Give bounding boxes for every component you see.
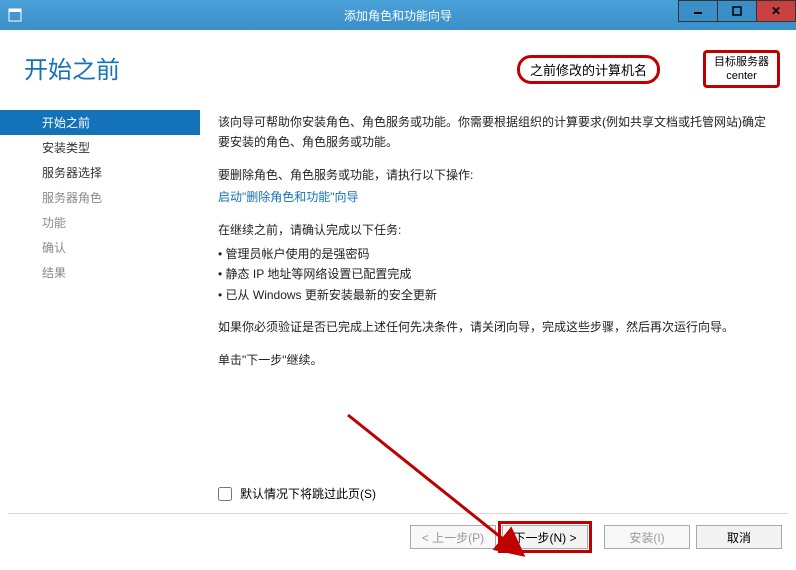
page-header: 开始之前 之前修改的计算机名 目标服务器 center (0, 30, 796, 100)
step-before-you-begin[interactable]: 开始之前 (0, 110, 200, 135)
next-button[interactable]: 下一步(N) > (502, 525, 588, 549)
title-bar: 添加角色和功能向导 ✕ (0, 0, 796, 30)
prereq-item: 管理员帐户使用的是强密码 (218, 244, 772, 264)
target-server-box: 目标服务器 center (703, 50, 780, 88)
minimize-button[interactable] (678, 0, 718, 22)
skip-page-row: 默认情况下将跳过此页(S) (218, 485, 376, 502)
window-controls: ✕ (679, 0, 796, 24)
step-server-selection[interactable]: 服务器选择 (0, 160, 200, 185)
skip-page-label: 默认情况下将跳过此页(S) (240, 485, 376, 502)
step-features: 功能 (0, 210, 200, 235)
prerequisites-list: 管理员帐户使用的是强密码 静态 IP 地址等网络设置已配置完成 已从 Windo… (218, 244, 772, 305)
annotation-computer-name: 之前修改的计算机名 (517, 55, 660, 84)
previous-button: < 上一步(P) (410, 525, 496, 549)
remove-roles-text: 要删除角色、角色服务或功能，请执行以下操作: (218, 165, 772, 185)
install-button: 安装(I) (604, 525, 690, 549)
continue-text: 单击"下一步"继续。 (218, 350, 772, 370)
wizard-steps-sidebar: 开始之前 安装类型 服务器选择 服务器角色 功能 确认 结果 (0, 100, 200, 502)
step-results: 结果 (0, 260, 200, 285)
cancel-button[interactable]: 取消 (696, 525, 782, 549)
step-server-roles: 服务器角色 (0, 185, 200, 210)
maximize-button[interactable] (717, 0, 757, 22)
step-installation-type[interactable]: 安装类型 (0, 135, 200, 160)
wizard-page: 开始之前 之前修改的计算机名 目标服务器 center 开始之前 安装类型 服务… (0, 30, 796, 560)
close-button[interactable]: ✕ (756, 0, 796, 22)
content-area: 该向导可帮助你安装角色、角色服务或功能。你需要根据组织的计算要求(例如共享文档或… (200, 100, 796, 502)
target-server-label: 目标服务器 (714, 55, 769, 69)
step-confirmation: 确认 (0, 235, 200, 260)
target-server-name: center (714, 69, 769, 83)
window-title: 添加角色和功能向导 (344, 7, 452, 24)
intro-text: 该向导可帮助你安装角色、角色服务或功能。你需要根据组织的计算要求(例如共享文档或… (218, 112, 772, 153)
prerequisites-heading: 在继续之前，请确认完成以下任务: (218, 220, 772, 240)
verify-text: 如果你必须验证是否已完成上述任何先决条件，请关闭向导，完成这些步骤，然后再次运行… (218, 317, 772, 337)
prereq-item: 已从 Windows 更新安装最新的安全更新 (218, 285, 772, 305)
skip-page-checkbox[interactable] (218, 487, 232, 501)
body: 开始之前 安装类型 服务器选择 服务器角色 功能 确认 结果 该向导可帮助你安装… (0, 100, 796, 502)
remove-roles-wizard-link[interactable]: 启动"删除角色和功能"向导 (218, 190, 359, 204)
prereq-item: 静态 IP 地址等网络设置已配置完成 (218, 264, 772, 284)
system-menu-icon[interactable] (0, 0, 30, 30)
wizard-footer: < 上一步(P) 下一步(N) > 安装(I) 取消 (0, 514, 796, 560)
